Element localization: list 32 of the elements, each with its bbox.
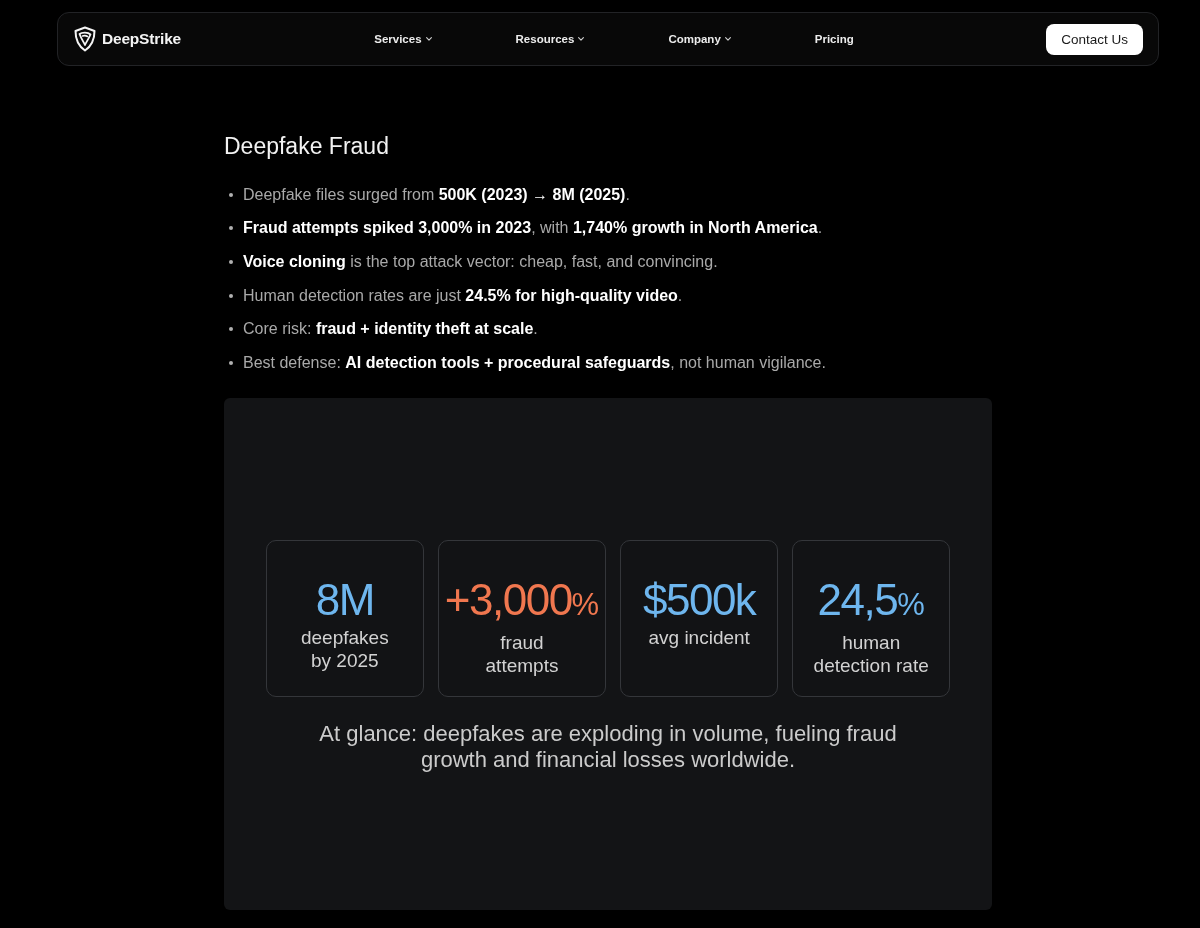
- stat-label: human detection rate: [813, 631, 929, 678]
- stat-value: 8M: [315, 576, 374, 625]
- brand-name: DeepStrike: [102, 30, 181, 48]
- stat-value: 24,5%: [817, 576, 925, 627]
- stat-value: $500k: [643, 576, 756, 625]
- section-title: Deepfake Fraud: [224, 132, 390, 160]
- nav-link[interactable]: Resources: [515, 33, 585, 45]
- stat-label: deepfakes by 2025: [300, 626, 389, 673]
- nav-link[interactable]: Pricing: [814, 33, 854, 45]
- bullet-text: Fraud attempts spiked 3,000% in 2023, with 1,740% growth in North America.: [243, 219, 823, 238]
- stat-label: fraud attempts: [485, 631, 559, 678]
- contact-button[interactable]: Contact Us: [1046, 23, 1143, 55]
- stat-label: avg incident: [648, 626, 750, 650]
- bullet-icon: [229, 192, 233, 197]
- bullet-icon: [229, 226, 233, 231]
- chevron-down-icon: [578, 37, 585, 41]
- chevron-down-icon: [425, 37, 432, 41]
- chevron-down-icon: [724, 37, 731, 41]
- bullet-icon: [229, 293, 233, 298]
- bullet-text: Best defense: AI detection tools + procedural safeguards, not human vigilance.: [243, 353, 826, 372]
- bullet-icon: [229, 327, 233, 332]
- nav-link[interactable]: Services: [374, 33, 432, 45]
- bullet-text: Human detection rates are just 24.5% for high-quality video.: [243, 286, 683, 305]
- bullet-icon: [229, 360, 233, 365]
- shield-logo-icon: [73, 26, 97, 52]
- summary-caption: At glance: deepfakes are exploding in volume, fueling fraud growth and financial losses worldwide.: [318, 721, 898, 774]
- bullet-icon: [229, 260, 233, 264]
- bullet-text: Deepfake files surged from 500K (2023) → 8M (2025).: [243, 185, 630, 204]
- stat-value: +3,000%: [444, 576, 600, 627]
- bullet-text: Core risk: fraud + identity theft at scale.: [243, 320, 538, 339]
- nav-link[interactable]: Company: [668, 33, 731, 45]
- bullet-text: Voice cloning is the top attack vector: cheap, fast, and convincing.: [243, 253, 718, 271]
